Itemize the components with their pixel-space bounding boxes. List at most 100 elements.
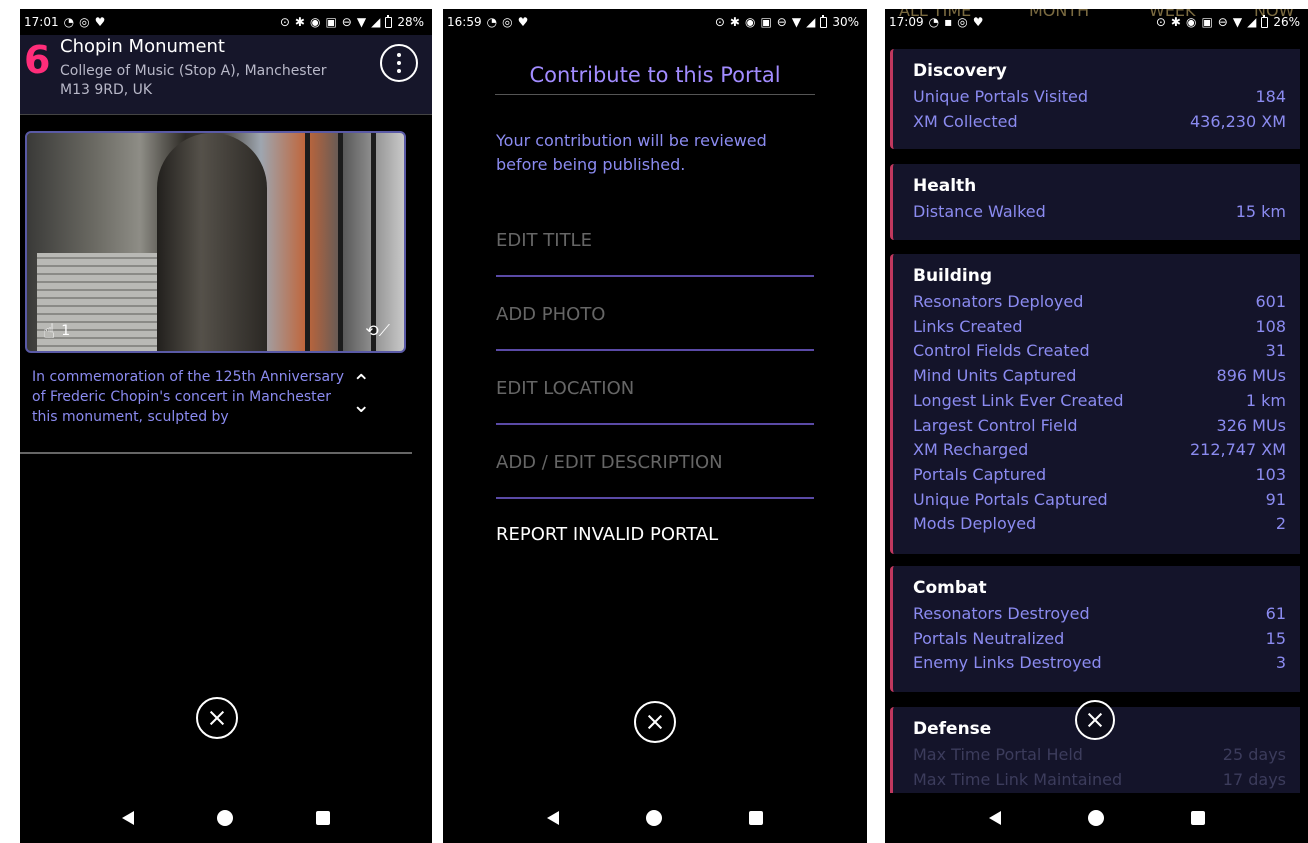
recents-icon[interactable]: [1190, 811, 1205, 825]
battery-percent: 26%: [1273, 15, 1300, 29]
review-notice: Your contribution will be reviewed befor…: [496, 131, 767, 174]
battery-icon: [820, 14, 828, 28]
edit-location-option[interactable]: EDIT LOCATION: [496, 351, 814, 425]
stat-label: Mods Deployed: [913, 514, 1037, 534]
stats-section-building: Building Resonators Deployed 601 Links Cr…: [890, 254, 1300, 554]
stat-label: Portals Captured: [913, 464, 1047, 484]
expand-collapse-icon[interactable]: ⌃ ⌄: [352, 373, 370, 417]
stat-value: 1 km: [1245, 390, 1286, 410]
close-button[interactable]: [196, 697, 238, 739]
back-icon[interactable]: [121, 811, 134, 825]
portal-photo[interactable]: ☝ 1 ⟲⟋: [25, 131, 406, 353]
back-icon[interactable]: [988, 811, 1001, 825]
wifi-icon: ▼: [1232, 15, 1243, 29]
rotate-photo-icon[interactable]: ⟲⟋: [365, 321, 390, 341]
location-icon: ◉: [309, 15, 321, 29]
stat-value: 108: [1255, 316, 1286, 336]
portal-header: 6 Chopin Monument College of Music (Stop…: [20, 35, 432, 115]
stat-label: Portals Neutralized: [913, 628, 1065, 648]
whatsapp-icon: ◎: [502, 15, 513, 29]
battery-icon: [385, 14, 393, 28]
like-button[interactable]: ☝ 1: [43, 319, 70, 343]
edit-description-option[interactable]: ADD / EDIT DESCRIPTION: [496, 425, 814, 499]
stat-value: 25 days: [1222, 745, 1286, 764]
whatsapp-icon: ◎: [79, 15, 90, 29]
stat-row: XM Recharged 212,747 XM: [913, 438, 1286, 463]
close-button[interactable]: [1075, 700, 1115, 740]
stat-row: XM Collected 436,230 XM: [913, 110, 1286, 135]
stat-row: Links Created 108: [913, 315, 1286, 340]
stat-row: Resonators Deployed 601: [913, 290, 1286, 315]
location-icon: ◉: [1185, 15, 1197, 29]
more-options-button[interactable]: [380, 44, 418, 82]
whatsapp-icon: ◎: [957, 15, 968, 29]
stat-row: Control Fields Created 31: [913, 339, 1286, 364]
stat-value: 184: [1255, 87, 1286, 106]
edit-title-option[interactable]: EDIT TITLE: [496, 203, 814, 277]
hotspot-icon: ◔: [486, 15, 498, 29]
home-icon[interactable]: [1087, 810, 1104, 826]
stat-label: Unique Portals Visited: [913, 87, 1089, 106]
stat-value: 2: [1275, 514, 1286, 534]
portal-info-screen: 17:01 ◔ ◎ ♥ ⊙ ✱ ◉ ▣ ⊖ ▼ ◢ 28% 6 Chopin M…: [20, 9, 432, 843]
signal-icon: ◢: [806, 15, 816, 29]
stat-row: Resonators Destroyed 61: [913, 602, 1286, 627]
stat-value: 436,230 XM: [1189, 111, 1286, 131]
recents-icon[interactable]: [749, 811, 764, 825]
status-bar: 16:59 ◔ ◎ ♥ ⊙ ✱ ◉ ▣ ⊖ ▼ ◢ 30%: [443, 9, 867, 35]
portal-address: College of Music (Stop A), Manchester M1…: [60, 63, 327, 98]
portal-description: In commemoration of the 125th Anniversar…: [32, 369, 345, 425]
section-title: Health: [913, 176, 977, 196]
android-nav-bar: [20, 793, 432, 843]
stat-label: XM Recharged: [913, 440, 1029, 460]
android-nav-bar: [885, 793, 1308, 843]
stat-label: Control Fields Created: [913, 341, 1090, 361]
stat-row: Distance Walked 15 km: [913, 200, 1286, 225]
stat-row: Max Time Link Maintained 17 days: [913, 768, 1286, 793]
recents-icon[interactable]: [316, 811, 331, 825]
twitter-icon: ♥: [517, 15, 529, 29]
dnd-icon: ⊖: [1217, 15, 1228, 29]
stat-label: Max Time Portal Held: [913, 745, 1083, 764]
home-icon[interactable]: [216, 810, 233, 826]
stat-label: XM Collected: [913, 111, 1018, 131]
battery-icon: [1261, 14, 1269, 28]
bluetooth-icon: ✱: [729, 15, 740, 29]
stat-value: 326 MUs: [1216, 415, 1286, 435]
stat-label: Largest Control Field: [913, 415, 1078, 435]
stat-label: Unique Portals Captured: [913, 489, 1108, 509]
stat-value: 601: [1255, 292, 1286, 311]
section-title: Building: [913, 266, 992, 286]
stat-row: Mind Units Captured 896 MUs: [913, 364, 1286, 389]
twitter-icon: ♥: [972, 15, 984, 29]
report-invalid-portal-option[interactable]: REPORT INVALID PORTAL: [496, 524, 718, 545]
home-icon[interactable]: [645, 810, 662, 826]
stat-label: Distance Walked: [913, 202, 1046, 221]
stat-row: Unique Portals Visited 184: [913, 85, 1286, 110]
sync-icon: ⊙: [279, 15, 290, 29]
title-divider: [495, 94, 815, 95]
battery-percent: 28%: [397, 15, 424, 29]
battery-percent: 30%: [832, 15, 859, 29]
contribute-title: Contribute to this Portal: [529, 63, 781, 87]
wifi-icon: ▼: [791, 15, 802, 29]
status-bar: 17:09 ◔ ▪ ◎ ♥ ⊙ ✱ ◉ ▣ ⊖ ▼ ◢ 26%: [885, 9, 1308, 35]
divider: [20, 452, 412, 454]
stat-label: Resonators Destroyed: [913, 604, 1090, 623]
section-title: Discovery: [913, 61, 1007, 81]
portal-title: Chopin Monument: [60, 36, 225, 57]
gallery-icon: ▪: [944, 15, 953, 29]
stat-value: 61: [1265, 604, 1286, 623]
stat-value: 212,747 XM: [1189, 440, 1286, 460]
close-button[interactable]: [634, 701, 676, 743]
dnd-icon: ⊖: [776, 15, 787, 29]
stat-label: Mind Units Captured: [913, 366, 1077, 386]
stat-value: 3: [1275, 653, 1286, 673]
stat-label: Max Time Link Maintained: [913, 769, 1123, 789]
twitter-icon: ♥: [94, 15, 106, 29]
location-icon: ◉: [744, 15, 756, 29]
add-photo-option[interactable]: ADD PHOTO: [496, 277, 814, 351]
portal-level: 6: [24, 38, 51, 82]
stat-value: 91: [1265, 489, 1286, 509]
back-icon[interactable]: [546, 811, 559, 825]
